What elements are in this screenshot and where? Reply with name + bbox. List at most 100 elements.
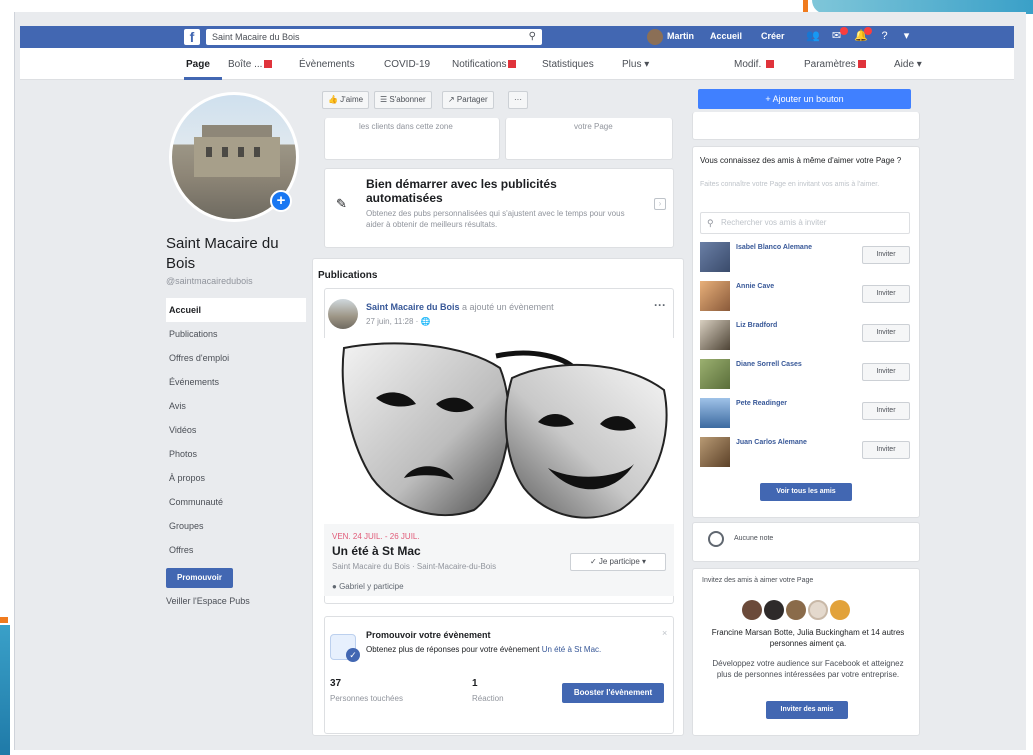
left-nav-groups[interactable]: Groupes <box>166 514 306 538</box>
left-nav-home[interactable]: Accueil <box>166 298 306 322</box>
search-input[interactable]: Saint Macaire du Bois ⚲ <box>206 29 542 45</box>
post-timestamp[interactable]: 27 juin, 11:28 · 🌐 <box>366 317 431 326</box>
friend-face-avatar[interactable] <box>808 600 828 620</box>
left-nav-videos[interactable]: Vidéos <box>166 418 306 442</box>
invite-button[interactable]: Inviter <box>862 363 910 381</box>
close-icon[interactable]: × <box>662 628 667 638</box>
tab-covid[interactable]: COVID-19 <box>384 59 430 70</box>
event-cover-image[interactable] <box>324 338 674 524</box>
tab-events[interactable]: Évènements <box>299 59 355 70</box>
page-handle: @saintmacairedubois <box>166 276 253 286</box>
promote-event-link[interactable]: Un été à St Mac. <box>542 645 602 654</box>
event-details[interactable]: VEN. 24 JUIL. - 26 JUIL. Un été à St Mac… <box>324 524 674 596</box>
publications-heading: Publications <box>318 270 378 281</box>
friend-face-avatar[interactable] <box>764 600 784 620</box>
event-location: Saint Macaire du Bois · Saint-Macaire-du… <box>332 562 497 571</box>
left-nav-events[interactable]: Événements <box>166 370 306 394</box>
invite-button[interactable]: Inviter <box>862 324 910 342</box>
user-name-link[interactable]: Martin <box>667 31 694 41</box>
friend-search-input[interactable]: ⚲ Rechercher vos amis à inviter <box>700 212 910 234</box>
left-nav-photos[interactable]: Photos <box>166 442 306 466</box>
friend-avatar[interactable] <box>700 398 730 428</box>
invite-button[interactable]: Inviter <box>862 402 910 420</box>
friend-name[interactable]: Diane Sorrell Cases <box>736 361 802 368</box>
slide-decoration-accent <box>803 0 808 12</box>
boost-event-button[interactable]: Booster l'évènement <box>562 683 664 703</box>
invite-friends-button[interactable]: Inviter des amis <box>766 701 848 719</box>
facebook-logo[interactable]: f <box>184 29 200 45</box>
invite-button[interactable]: Inviter <box>862 441 910 459</box>
friend-avatar[interactable] <box>700 437 730 467</box>
avatar[interactable] <box>647 29 663 45</box>
left-nav-jobs[interactable]: Offres d'emploi <box>166 346 306 370</box>
going-button[interactable]: ✓ Je participe ▾ <box>570 553 666 571</box>
invite-button[interactable]: Inviter <box>862 246 910 264</box>
post-author-line: Saint Macaire du Bois a ajouté un évènem… <box>366 302 554 312</box>
tab-edit[interactable]: Modif. <box>734 59 775 70</box>
friend-face-avatar[interactable] <box>830 600 850 620</box>
friend-search-placeholder: Rechercher vos amis à inviter <box>721 218 827 227</box>
active-tab-underline <box>184 77 222 80</box>
friend-avatar[interactable] <box>700 242 730 272</box>
tab-help[interactable]: Aide ▾ <box>894 59 922 70</box>
left-nav-posts[interactable]: Publications <box>166 322 306 346</box>
follow-button[interactable]: ☰ S'abonner <box>374 91 432 109</box>
tab-settings-label: Paramètres <box>804 59 856 70</box>
account-menu-icon[interactable]: ▾ <box>900 30 913 43</box>
tab-inbox[interactable]: Boîte ... <box>228 59 273 70</box>
invite-subtitle: Faites connaître votre Page en invitant … <box>700 181 880 188</box>
friend-suggestion: Juan Carlos Alemane Inviter <box>700 437 912 471</box>
left-nav-about[interactable]: À propos <box>166 466 306 490</box>
event-title[interactable]: Un été à St Mac <box>332 544 421 558</box>
friend-name[interactable]: Juan Carlos Alemane <box>736 439 807 446</box>
ad-center-link[interactable]: Veiller l'Espace Pubs <box>166 596 250 606</box>
tab-settings[interactable]: Paramètres <box>804 59 866 70</box>
promote-button[interactable]: Promouvoir <box>166 568 233 588</box>
friend-name[interactable]: Isabel Blanco Alemane <box>736 244 812 251</box>
tab-page[interactable]: Page <box>186 59 210 70</box>
friend-avatar[interactable] <box>700 320 730 350</box>
tab-notifications[interactable]: Notifications <box>452 59 517 70</box>
stat-reactions-value: 1 <box>472 678 478 689</box>
friend-name[interactable]: Pete Readinger <box>736 400 787 407</box>
search-value: Saint Macaire du Bois <box>212 32 300 42</box>
tab-more[interactable]: Plus ▾ <box>622 59 649 70</box>
home-link[interactable]: Accueil <box>710 31 742 41</box>
friend-name[interactable]: Liz Bradford <box>736 322 777 329</box>
left-nav-offers[interactable]: Offres <box>166 538 306 562</box>
page-title: Saint Macaire du Bois <box>166 235 279 272</box>
left-page-nav: Accueil Publications Offres d'emploi Évé… <box>166 298 306 562</box>
see-all-friends-button[interactable]: Voir tous les amis <box>760 483 852 501</box>
add-photo-button[interactable]: + <box>270 190 292 212</box>
tab-insights[interactable]: Statistiques <box>542 59 594 70</box>
friend-avatar[interactable] <box>700 359 730 389</box>
tip-card-left: les clients dans cette zone <box>324 118 500 160</box>
ad-tip-description: Obtenez des pubs personnalisées qui s'aj… <box>366 209 625 229</box>
left-nav-community[interactable]: Communauté <box>166 490 306 514</box>
inbox-badge <box>264 60 273 68</box>
share-button[interactable]: ↗ Partager <box>442 91 494 109</box>
friend-name[interactable]: Annie Cave <box>736 283 774 290</box>
post-author-avatar[interactable] <box>328 299 358 329</box>
friend-face-avatar[interactable] <box>742 600 762 620</box>
tab-notifications-label: Notifications <box>452 59 507 70</box>
post-options-icon[interactable]: ··· <box>654 298 666 312</box>
ad-tip-close-icon[interactable]: › <box>654 198 666 210</box>
tab-edit-label: Modif. <box>734 59 762 70</box>
stat-reactions-label: Réaction <box>472 694 504 703</box>
invite-title: Vous connaissez des amis à même d'aimer … <box>700 156 902 165</box>
invite-button[interactable]: Inviter <box>862 285 910 303</box>
friend-suggestion: Annie Cave Inviter <box>700 281 912 315</box>
add-button-cta[interactable]: + Ajouter un bouton <box>698 89 911 109</box>
create-link[interactable]: Créer <box>761 31 785 41</box>
friends-icon[interactable]: 👥 <box>806 30 820 43</box>
more-actions-button[interactable]: ··· <box>508 91 528 109</box>
left-nav-reviews[interactable]: Avis <box>166 394 306 418</box>
friend-face-avatar[interactable] <box>786 600 806 620</box>
friend-avatar[interactable] <box>700 281 730 311</box>
post-author-name[interactable]: Saint Macaire du Bois <box>366 302 460 312</box>
search-icon[interactable]: ⚲ <box>529 29 536 45</box>
help-icon[interactable]: ? <box>878 30 891 43</box>
like-button[interactable]: 👍 J'aime <box>322 91 370 109</box>
post-action: a ajouté un évènement <box>462 302 554 312</box>
